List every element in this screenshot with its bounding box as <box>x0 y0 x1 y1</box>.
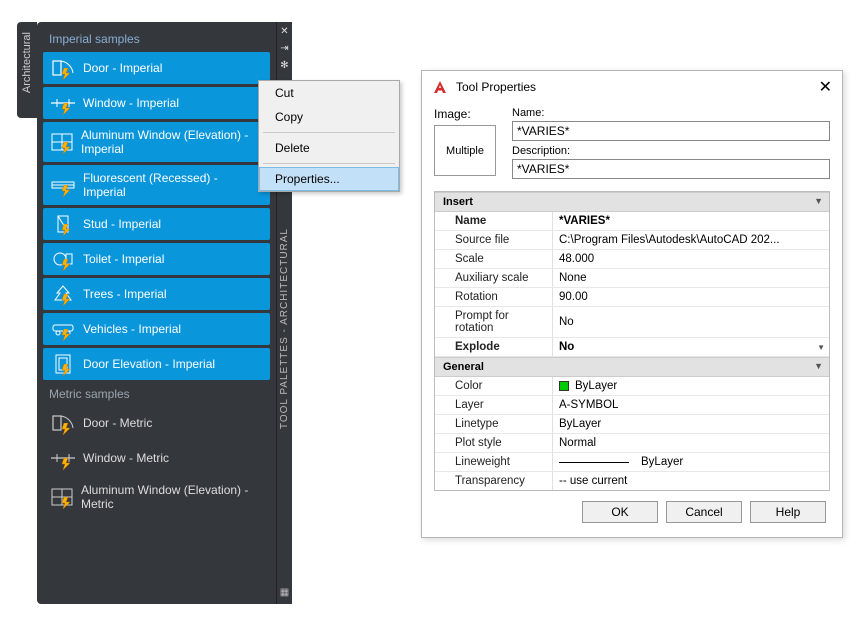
prop-row-lineweight[interactable]: LineweightByLayer <box>435 453 829 472</box>
close-icon[interactable]: ✕ <box>280 26 288 37</box>
properties-panel: Insert▼ Name*VARIES* Source fileC:\Progr… <box>434 191 830 491</box>
window-icon <box>51 93 75 113</box>
door-icon <box>51 58 75 78</box>
prop-row-sourcefile[interactable]: Source fileC:\Program Files\Autodesk\Aut… <box>435 231 829 250</box>
prop-row-layer[interactable]: LayerA-SYMBOL <box>435 396 829 415</box>
tool-item-alum-window-metric[interactable]: Aluminum Window (Elevation) - Metric <box>43 477 270 517</box>
fluorescent-icon <box>51 175 75 195</box>
stud-icon <box>51 214 75 234</box>
tool-label: Vehicles - Imperial <box>83 322 181 336</box>
dialog-title: Tool Properties <box>456 80 536 94</box>
section-insert[interactable]: Insert▼ <box>435 192 829 212</box>
tool-item-vehicles[interactable]: Vehicles - Imperial <box>43 313 270 345</box>
toilet-icon <box>51 249 75 269</box>
settings-icon[interactable]: ✻ <box>280 60 288 71</box>
door-icon <box>51 413 75 433</box>
dialog-titlebar: Tool Properties ✕ <box>422 71 842 103</box>
image-preview[interactable]: Multiple <box>434 125 496 176</box>
prop-row-color[interactable]: ColorByLayer <box>435 377 829 396</box>
palette-main: Imperial samples Door - Imperial Window … <box>37 22 276 604</box>
palette-body: Imperial samples Door - Imperial Window … <box>37 22 292 604</box>
desc-label: Description: <box>512 145 830 157</box>
group-header-metric: Metric samples <box>43 383 270 407</box>
prop-row-prompt[interactable]: Prompt for rotationNo <box>435 307 829 338</box>
ctx-copy[interactable]: Copy <box>259 105 399 129</box>
prop-row-name[interactable]: Name*VARIES* <box>435 212 829 231</box>
tool-label: Toilet - Imperial <box>83 252 164 266</box>
ctx-properties[interactable]: Properties... <box>259 167 399 191</box>
tool-item-door-metric[interactable]: Door - Metric <box>43 407 270 439</box>
autohide-icon[interactable]: ⇥ <box>280 43 288 54</box>
tool-label: Door - Imperial <box>83 61 162 75</box>
tool-label: Stud - Imperial <box>83 217 161 231</box>
tool-item-door-elev[interactable]: Door Elevation - Imperial <box>43 348 270 380</box>
chevron-down-icon[interactable]: ▼ <box>817 343 825 352</box>
grip-icon[interactable]: ▦ <box>280 587 289 598</box>
tool-item-trees[interactable]: Trees - Imperial <box>43 278 270 310</box>
image-label: Image: <box>434 107 471 121</box>
tool-label: Window - Imperial <box>83 96 179 110</box>
prop-row-rotation[interactable]: Rotation90.00 <box>435 288 829 307</box>
prop-row-scale[interactable]: Scale48.000 <box>435 250 829 269</box>
window-icon <box>51 448 75 468</box>
tool-label: Aluminum Window (Elevation) - Imperial <box>81 128 262 156</box>
cancel-button[interactable]: Cancel <box>666 501 742 523</box>
prop-row-plotstyle[interactable]: Plot styleNormal <box>435 434 829 453</box>
tool-item-fluorescent[interactable]: Fluorescent (Recessed) - Imperial <box>43 165 270 205</box>
tool-label: Door Elevation - Imperial <box>83 357 215 371</box>
palette-title: TOOL PALETTES - ARCHITECTURAL <box>279 228 290 429</box>
name-field[interactable] <box>512 121 830 141</box>
alum-window-icon <box>51 132 73 152</box>
group-header-imperial: Imperial samples <box>43 28 270 52</box>
context-menu: Cut Copy Delete Properties... <box>258 80 400 192</box>
ctx-separator <box>263 132 395 133</box>
alum-window-icon <box>51 487 73 507</box>
ctx-delete[interactable]: Delete <box>259 136 399 160</box>
tool-properties-dialog: Tool Properties ✕ Image: Multiple Name: … <box>421 70 843 538</box>
tool-item-toilet[interactable]: Toilet - Imperial <box>43 243 270 275</box>
prop-row-linetype[interactable]: LinetypeByLayer <box>435 415 829 434</box>
tool-palette: Architectural Imperial samples Door - Im… <box>17 22 292 604</box>
tool-label: Window - Metric <box>83 451 169 465</box>
vehicles-icon <box>51 319 75 339</box>
chevron-down-icon: ▼ <box>814 361 823 371</box>
desc-field[interactable] <box>512 159 830 179</box>
help-button[interactable]: Help <box>750 501 826 523</box>
tool-item-window[interactable]: Window - Imperial <box>43 87 270 119</box>
ctx-separator <box>263 163 395 164</box>
tool-label: Aluminum Window (Elevation) - Metric <box>81 483 262 511</box>
tool-item-alum-window[interactable]: Aluminum Window (Elevation) - Imperial <box>43 122 270 162</box>
section-general[interactable]: General▼ <box>435 357 829 377</box>
prop-row-transparency[interactable]: Transparency-- use current <box>435 472 829 490</box>
name-label: Name: <box>512 107 830 119</box>
side-tab-label: Architectural <box>21 32 33 93</box>
tool-label: Fluorescent (Recessed) - Imperial <box>83 171 262 199</box>
tool-item-window-metric[interactable]: Window - Metric <box>43 442 270 474</box>
tool-item-stud[interactable]: Stud - Imperial <box>43 208 270 240</box>
autocad-icon <box>432 79 448 95</box>
palette-side-tab[interactable]: Architectural <box>17 22 37 118</box>
trees-icon <box>51 284 75 304</box>
lineweight-preview <box>559 462 629 463</box>
ctx-cut[interactable]: Cut <box>259 81 399 105</box>
tool-item-door[interactable]: Door - Imperial <box>43 52 270 84</box>
color-swatch <box>559 381 569 391</box>
chevron-down-icon: ▼ <box>814 196 823 206</box>
ok-button[interactable]: OK <box>582 501 658 523</box>
door-elev-icon <box>51 354 75 374</box>
prop-row-explode[interactable]: ExplodeNo▼ <box>435 338 829 357</box>
close-icon[interactable]: ✕ <box>819 77 832 97</box>
tool-label: Door - Metric <box>83 416 152 430</box>
prop-row-auxscale[interactable]: Auxiliary scaleNone <box>435 269 829 288</box>
tool-label: Trees - Imperial <box>83 287 167 301</box>
